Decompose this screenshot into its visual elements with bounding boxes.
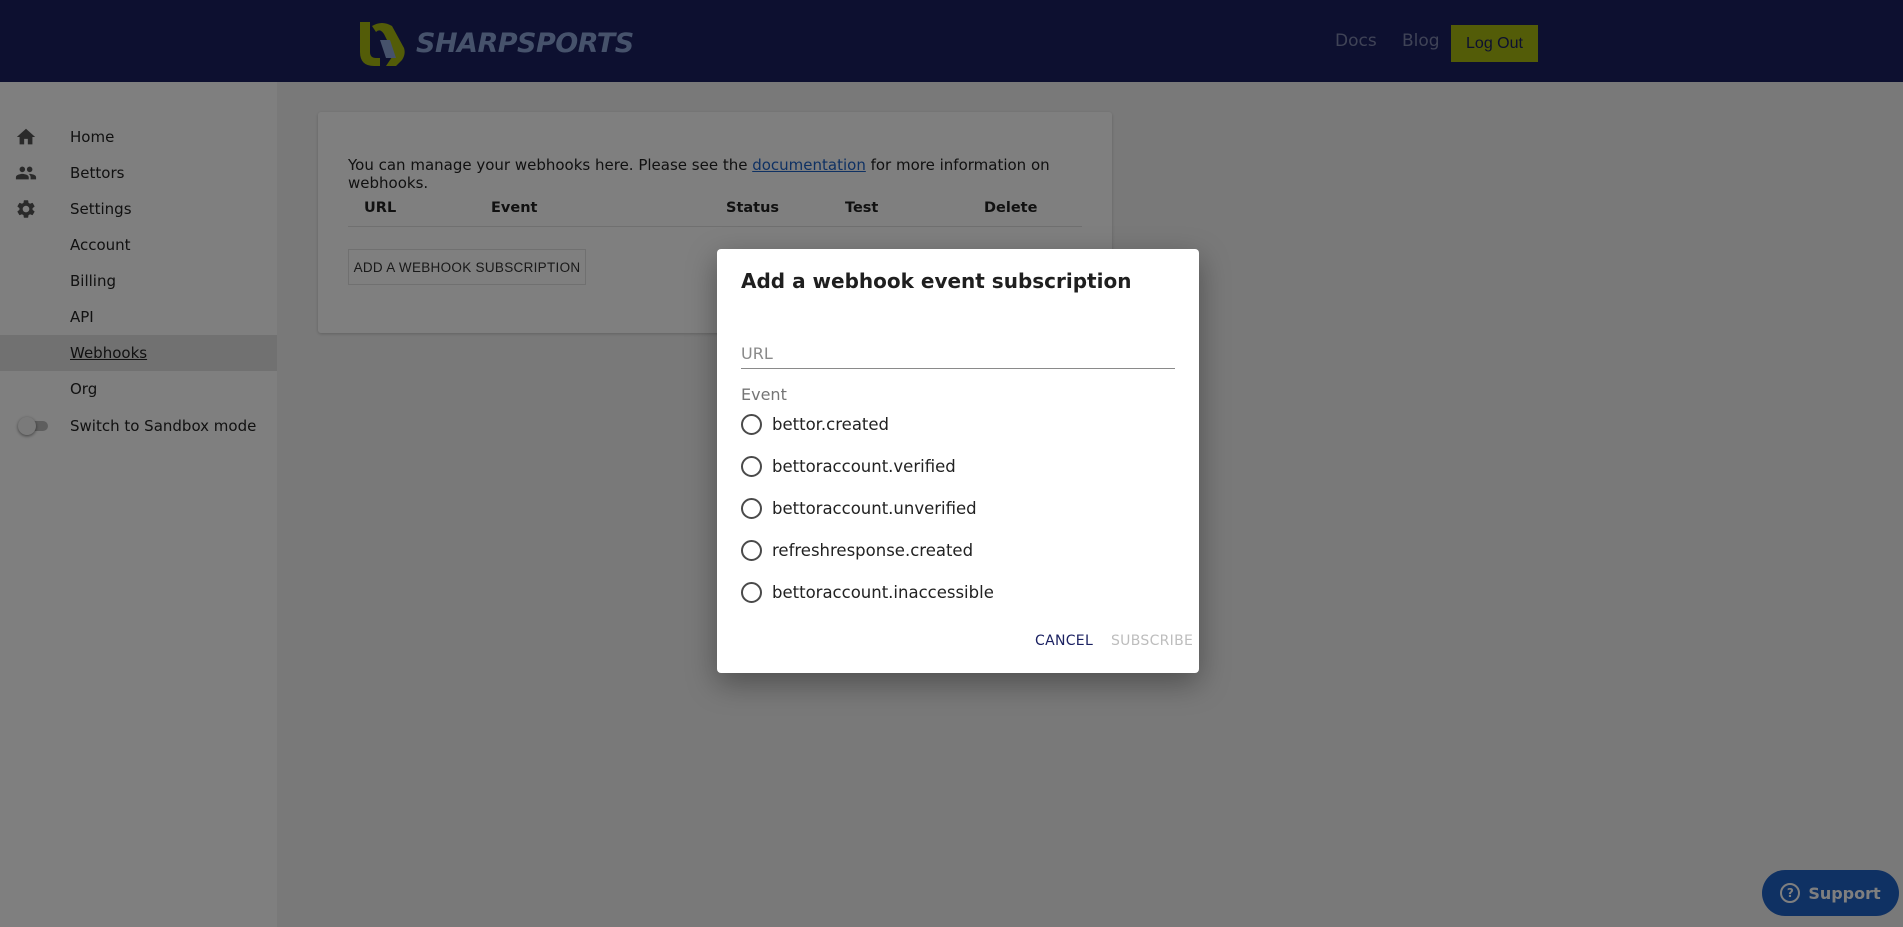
event-option-refreshresponse-created[interactable]: refreshresponse.created <box>741 534 1041 566</box>
event-option-label: bettor.created <box>772 414 890 434</box>
cancel-button[interactable]: CANCEL <box>1035 633 1093 649</box>
radio-button[interactable] <box>741 581 762 603</box>
radio-button[interactable] <box>741 455 762 477</box>
event-option-bettoraccount-unverified[interactable]: bettoraccount.unverified <box>741 492 1041 524</box>
radio-button[interactable] <box>741 539 762 561</box>
event-option-bettor-created[interactable]: bettor.created <box>741 408 1041 440</box>
event-label: Event <box>741 385 787 404</box>
add-webhook-dialog: Add a webhook event subscription Event b… <box>717 249 1199 673</box>
event-option-label: refreshresponse.created <box>772 540 974 560</box>
subscribe-button[interactable]: SUBSCRIBE <box>1111 633 1193 649</box>
url-input[interactable] <box>741 339 1175 369</box>
event-option-bettoraccount-verified[interactable]: bettoraccount.verified <box>741 450 1041 482</box>
event-option-label: bettoraccount.verified <box>772 456 956 476</box>
radio-button[interactable] <box>741 497 762 519</box>
event-option-label: bettoraccount.inaccessible <box>772 582 994 602</box>
dialog-title: Add a webhook event subscription <box>741 269 1132 293</box>
event-option-bettoraccount-inaccessible[interactable]: bettoraccount.inaccessible <box>741 576 1041 608</box>
radio-button[interactable] <box>741 413 762 435</box>
event-option-label: bettoraccount.unverified <box>772 498 977 518</box>
